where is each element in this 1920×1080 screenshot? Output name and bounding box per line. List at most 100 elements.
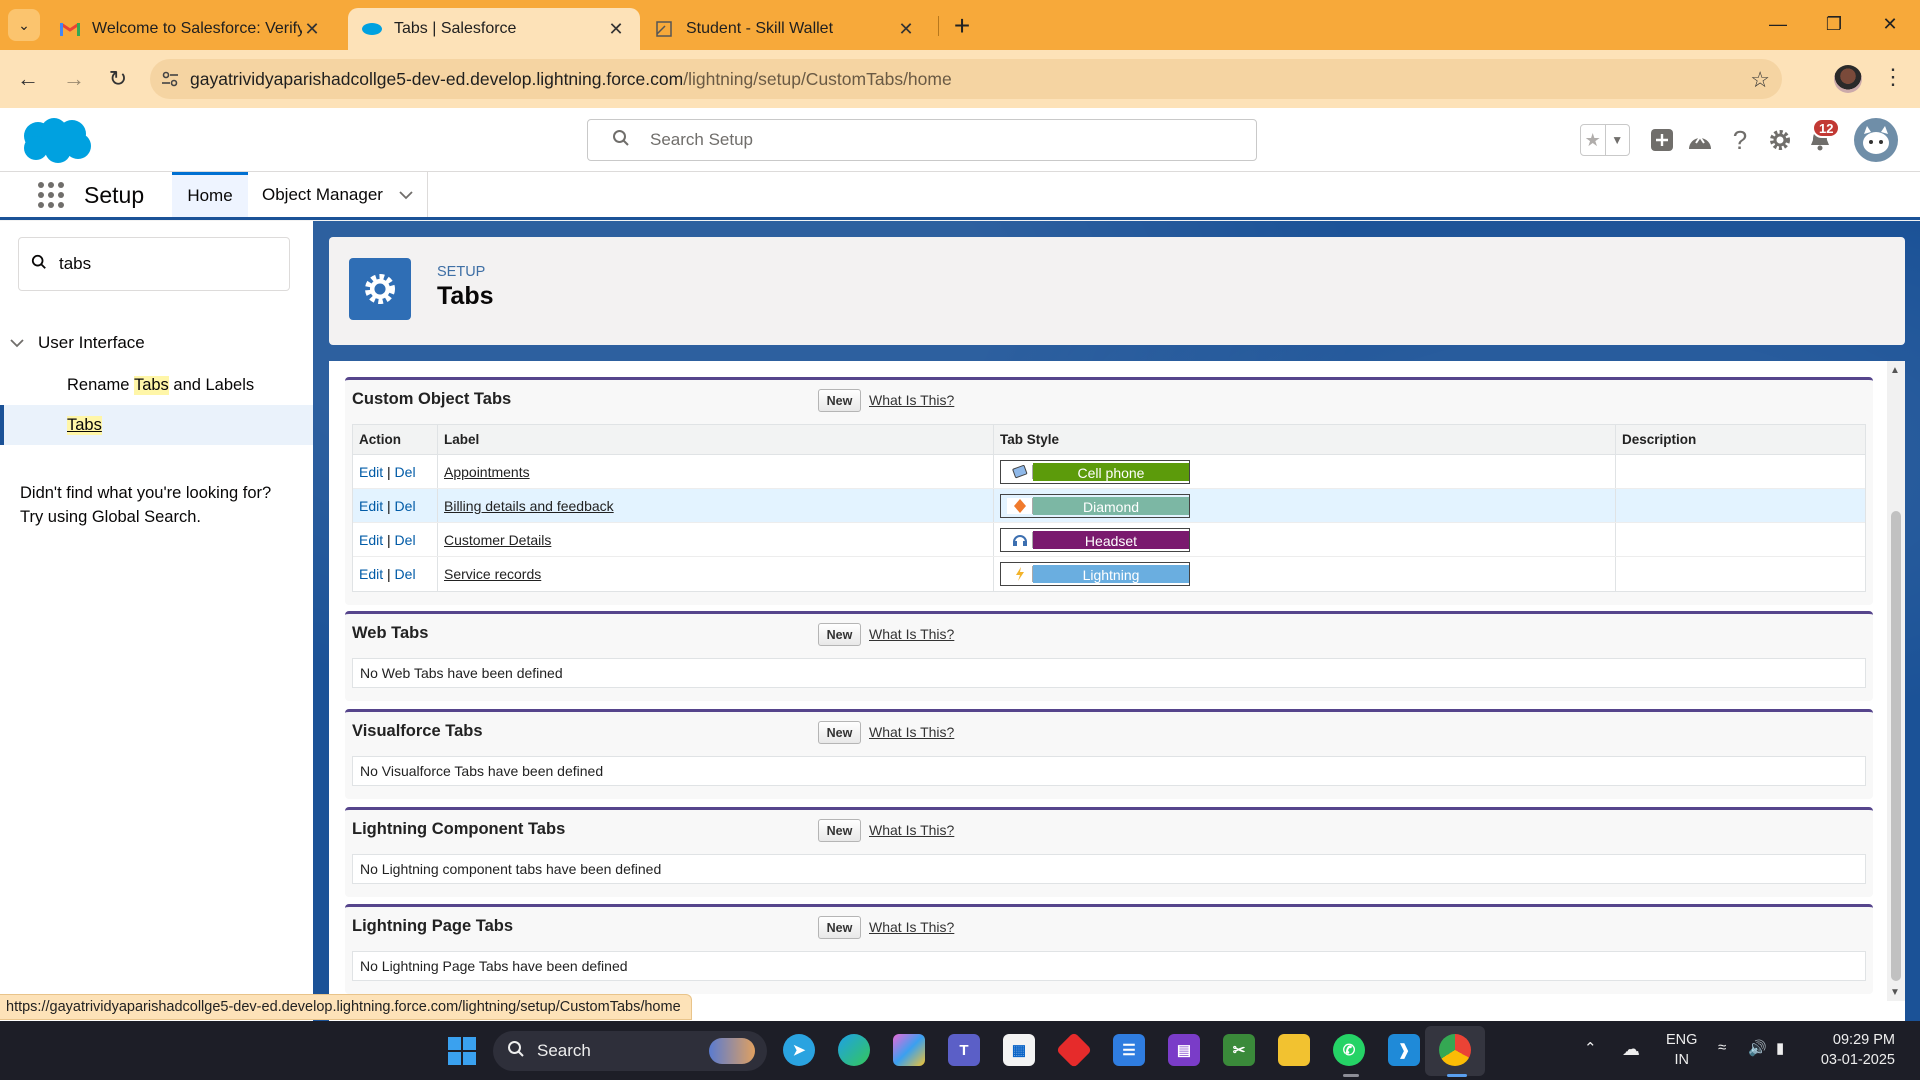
anydesk-icon[interactable] [1055,1031,1093,1069]
tab-label-link[interactable]: Customer Details [444,532,551,548]
nav-tab-home[interactable]: Home [172,172,248,217]
edit-link[interactable]: Edit [359,566,383,582]
battery-icon[interactable]: ▮ [1776,1039,1784,1057]
app-launcher-icon[interactable] [36,180,66,210]
chevron-down-icon[interactable] [10,333,28,353]
window-close-button[interactable]: ✕ [1868,8,1912,40]
scrollbar-thumb[interactable] [1891,511,1901,981]
empty-state-message: No Lightning component tabs have been de… [352,854,1866,884]
browser-tab-gmail[interactable]: Welcome to Salesforce: Verify y ✕ [46,8,336,50]
wifi-icon[interactable]: ≈ [1718,1039,1726,1056]
telegram-icon[interactable]: ➤ [783,1034,815,1066]
restore-button[interactable]: ❐ [1812,8,1856,40]
bookmark-star-icon[interactable]: ☆ [1750,67,1770,93]
store-icon[interactable]: ▦ [1003,1034,1035,1066]
address-bar[interactable]: gayatrividyaparishadcollge5-dev-ed.devel… [150,59,1782,99]
chevron-down-icon[interactable] [399,185,413,205]
tab-label-link[interactable]: Service records [444,566,541,582]
edit-link[interactable]: Edit [359,498,383,514]
notepad-icon[interactable]: ☰ [1113,1034,1145,1066]
user-avatar[interactable] [1854,118,1898,162]
chevron-down-icon: ⌄ [18,16,30,33]
taskbar-search[interactable]: Search [493,1031,767,1071]
close-icon[interactable]: ✕ [606,19,626,39]
what-is-this-link[interactable]: What Is This? [869,392,954,408]
content-scrollbar[interactable]: ▲ ▼ [1887,361,1905,1001]
vscode-icon[interactable]: ❱ [1388,1034,1420,1066]
favorites-button-group[interactable]: ★ ▼ [1580,124,1630,156]
what-is-this-link[interactable]: What Is This? [869,724,954,740]
whatsapp-icon[interactable]: ✆ [1333,1034,1365,1066]
browser-menu-icon[interactable]: ⋮ [1882,64,1904,90]
action-separator: | [387,463,391,480]
delete-link[interactable]: Del [395,566,416,582]
browser-tab-salesforce[interactable]: Tabs | Salesforce ✕ [348,8,640,50]
tab-style-cell: Headset [994,523,1616,556]
delete-link[interactable]: Del [395,532,416,548]
copilot-icon[interactable] [893,1034,925,1066]
input-language[interactable]: ENG IN [1666,1030,1697,1070]
new-custom-object-tab-button[interactable]: New [818,389,861,412]
delete-link[interactable]: Del [395,498,416,514]
nav-tab-object-manager[interactable]: Object Manager [262,172,413,217]
volume-icon[interactable]: 🔊 [1748,1039,1767,1057]
help-icon[interactable]: ? [1722,122,1758,158]
file-explorer-icon[interactable] [1278,1034,1310,1066]
favorites-dropdown-icon[interactable]: ▼ [1604,125,1630,155]
new-lightning-component-tab-button[interactable]: New [818,819,861,842]
tab-search-button[interactable]: ⌄ [8,9,40,41]
back-button[interactable]: ← [12,63,44,95]
active-indicator [1447,1074,1467,1077]
not-found-line: Try using Global Search. [20,508,201,526]
app-name: Setup [84,182,145,208]
sidebar-item-tabs[interactable]: Tabs [0,405,313,445]
scroll-up-icon[interactable]: ▲ [1890,365,1900,376]
edge-icon[interactable] [838,1034,870,1066]
edit-link[interactable]: Edit [359,532,383,548]
tree-group-user-interface[interactable]: User Interface [10,333,145,353]
setup-gear-icon[interactable] [1762,122,1798,158]
edit-link[interactable]: Edit [359,464,383,480]
onedrive-cloud-icon[interactable]: ☁ [1622,1039,1640,1060]
trailhead-guidance-icon[interactable] [1682,122,1718,158]
salesforce-logo[interactable] [18,116,94,164]
what-is-this-link[interactable]: What Is This? [869,626,954,642]
quick-find-input[interactable]: tabs [18,237,290,291]
sidebar-item-rename-tabs-and-labels[interactable]: Rename Tabs and Labels [0,365,313,405]
new-tab-button[interactable]: + [948,10,976,41]
new-lightning-page-tab-button[interactable]: New [818,916,861,939]
browser-tab-strip: ⌄ Welcome to Salesforce: Verify y ✕ Tabs… [0,0,1920,50]
setup-search-box[interactable]: Search Setup [587,119,1257,161]
tab-label-link[interactable]: Appointments [444,464,530,480]
windows-start-icon[interactable] [448,1037,476,1065]
description-cell [1616,523,1865,556]
profile-avatar[interactable] [1834,65,1862,93]
reload-button[interactable]: ↻ [102,63,134,95]
chrome-icon[interactable] [1439,1034,1471,1066]
section-title: Web Tabs [352,624,429,642]
new-web-tab-button[interactable]: New [818,623,861,646]
section-title: Lightning Component Tabs [352,820,566,838]
delete-link[interactable]: Del [395,464,416,480]
snipping-tool-icon[interactable]: ✂ [1223,1034,1255,1066]
scroll-down-icon[interactable]: ▼ [1890,987,1900,998]
favorite-star-icon[interactable]: ★ [1581,125,1605,155]
page-kicker: SETUP [437,264,486,280]
tab-label-link[interactable]: Billing details and feedback [444,498,614,514]
tab-style-swatch: Cell phone [1000,459,1190,484]
site-settings-icon[interactable] [150,71,190,87]
teams-icon[interactable]: T [948,1034,980,1066]
new-visualforce-tab-button[interactable]: New [818,721,861,744]
what-is-this-link[interactable]: What Is This? [869,822,954,838]
browser-tab-skill-wallet[interactable]: Student - Skill Wallet ✕ [640,8,930,50]
forward-button[interactable]: → [58,63,90,95]
close-icon[interactable]: ✕ [302,19,322,39]
global-actions-add-icon[interactable] [1644,122,1680,158]
system-clock[interactable]: 09:29 PM 03-01-2025 [1815,1030,1895,1070]
show-hidden-icons[interactable]: ⌃ [1584,1039,1597,1057]
clipchamp-icon[interactable]: ▤ [1168,1034,1200,1066]
what-is-this-link[interactable]: What Is This? [869,919,954,935]
empty-state-message: No Visualforce Tabs have been defined [352,756,1866,786]
close-icon[interactable]: ✕ [896,19,916,39]
minimize-button[interactable]: — [1756,8,1800,40]
